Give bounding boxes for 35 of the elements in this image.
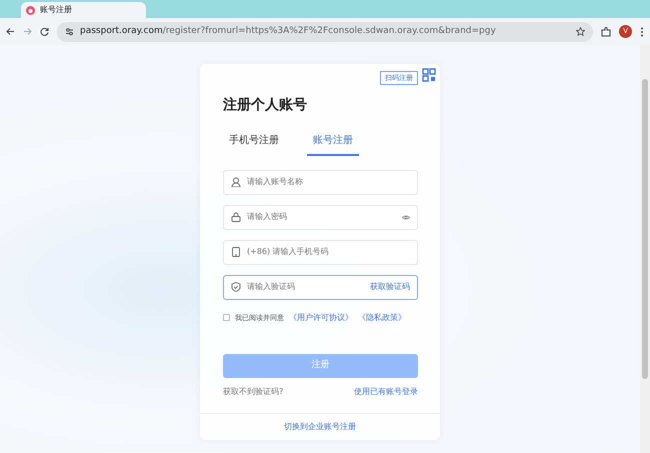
input-field[interactable]: (+86) 请输入手机号码 bbox=[223, 240, 418, 265]
input-field[interactable]: 请输入密码 bbox=[223, 204, 418, 230]
site-settings-icon[interactable] bbox=[65, 27, 74, 36]
tab-title[interactable]: 账号注册 bbox=[40, 4, 72, 16]
qr-code-icon[interactable] bbox=[422, 68, 436, 82]
text-input[interactable]: 请输入验证码 bbox=[247, 281, 364, 294]
shield-icon bbox=[231, 282, 241, 292]
star-icon[interactable] bbox=[576, 27, 585, 36]
register-tab[interactable]: 手机号注册 bbox=[223, 132, 285, 156]
input-field[interactable]: 请输入验证码 获取验证码 bbox=[223, 274, 418, 300]
register-tab[interactable]: 账号注册 bbox=[307, 132, 359, 156]
text-input[interactable]: 请输入密码 bbox=[247, 211, 396, 224]
text-input[interactable]: 请输入账号名称 bbox=[247, 176, 410, 188]
user-icon bbox=[231, 177, 241, 188]
scrollbar-thumb[interactable] bbox=[642, 79, 648, 379]
address-bar[interactable]: passport.oray.com/register?fromurl=https%3A%2F%2Fconsole.sdwan.oray.com&brand=pgy bbox=[57, 22, 593, 42]
policy-link[interactable]: 《隐私政策》 bbox=[358, 312, 406, 324]
eye-icon[interactable] bbox=[402, 214, 410, 220]
reload-icon[interactable] bbox=[40, 27, 49, 36]
help-text[interactable]: 获取不到验证码? bbox=[223, 386, 284, 398]
enterprise-register-link[interactable]: 切换到企业账号注册 bbox=[284, 421, 356, 433]
phone-icon bbox=[231, 247, 241, 258]
menu-icon[interactable] bbox=[640, 26, 644, 36]
get-code-button[interactable]: 获取验证码 bbox=[370, 281, 410, 294]
back-icon[interactable] bbox=[6, 27, 15, 36]
agree-checkbox[interactable] bbox=[223, 314, 230, 322]
policy-link[interactable]: 《用户许可协议》 bbox=[289, 312, 353, 324]
input-field[interactable]: 请输入账号名称 bbox=[223, 170, 418, 195]
site-logo-icon bbox=[26, 6, 35, 14]
extensions-icon[interactable] bbox=[601, 26, 611, 36]
lock-icon bbox=[231, 212, 241, 222]
text-input[interactable]: (+86) 请输入手机号码 bbox=[247, 246, 410, 258]
login-link[interactable]: 使用已有账号登录 bbox=[354, 386, 418, 398]
page-title: 注册个人账号 bbox=[223, 97, 308, 114]
url-text: passport.oray.com/register?fromurl=https%3A%2F%2Fconsole.sdwan.oray.com&brand=pgy bbox=[80, 24, 497, 38]
